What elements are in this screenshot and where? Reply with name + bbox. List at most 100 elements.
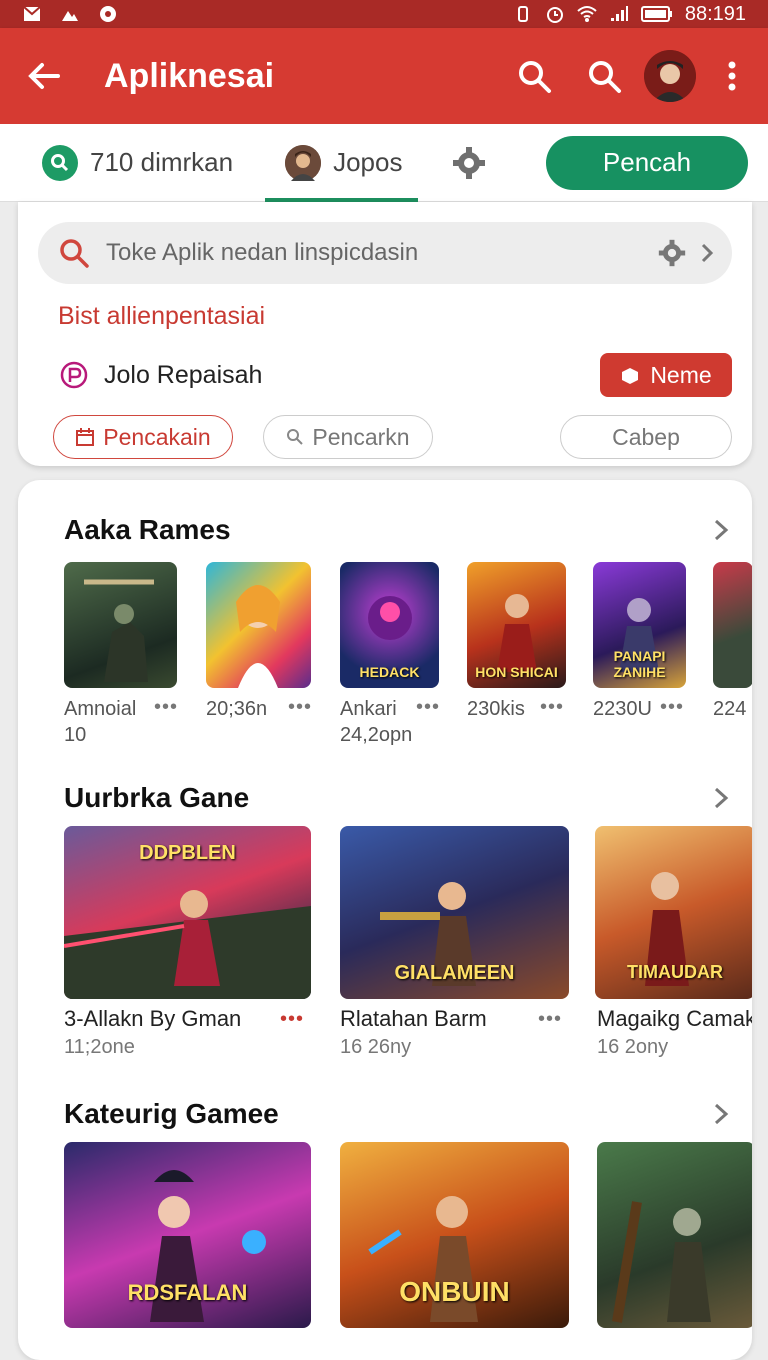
status-bar: 88:191 xyxy=(0,0,768,28)
search-input[interactable]: Toke Aplik nedan linspicdasin xyxy=(38,222,732,284)
gear-icon[interactable] xyxy=(452,146,486,180)
search-icon xyxy=(287,429,304,445)
thumb-caption: RDSFALAN xyxy=(127,1280,248,1305)
vibrate-icon xyxy=(517,6,528,22)
thumb-caption: HON SHICAI xyxy=(475,664,558,680)
app-title: Apliknesai xyxy=(104,56,275,95)
chip-label: Cabep xyxy=(612,423,680,450)
game-name: 224 xyxy=(713,698,747,720)
game-thumbnail[interactable] xyxy=(713,562,752,688)
back-arrow-icon[interactable] xyxy=(24,56,64,96)
primary-action-button[interactable]: Pencah xyxy=(546,135,748,190)
more-dots[interactable]: ••• xyxy=(540,696,564,719)
more-dots[interactable]: ••• xyxy=(280,1008,304,1031)
chip-cabep[interactable]: Cabep xyxy=(560,415,732,459)
game-sub: 10 xyxy=(64,724,87,746)
section-title: Kateurig Gamee xyxy=(64,1098,279,1129)
alarm-icon xyxy=(546,7,563,23)
chevron-right-icon[interactable] xyxy=(700,242,714,264)
chevron-right-icon[interactable] xyxy=(710,785,732,811)
tab-search[interactable]: 710 dimrkan xyxy=(42,124,233,202)
status-time: 88:191 xyxy=(684,2,746,25)
search-icon xyxy=(60,239,89,268)
sync-icon xyxy=(100,6,116,22)
battery-icon xyxy=(640,6,672,22)
repo-label: Jolo Repaisah xyxy=(104,360,263,389)
chip-pencarkn[interactable]: Pencarkn xyxy=(263,415,433,459)
tab-label: Jopos xyxy=(333,147,403,177)
new-button-label: Neme xyxy=(650,361,712,388)
user-avatar[interactable] xyxy=(644,50,696,102)
game-banner[interactable]: TIMAUDAR xyxy=(595,826,752,999)
chip-pencakain[interactable]: Pencakain xyxy=(53,415,233,459)
tab-bar: 710 dimrkan Jopos Pencah xyxy=(0,124,768,202)
new-button[interactable]: Neme xyxy=(600,353,732,397)
games-card: Aaka Rames HEDACK HON SHICAI PANAPI ZANI… xyxy=(18,480,752,1360)
search-placeholder: Toke Aplik nedan linspicdasin xyxy=(106,239,419,266)
more-dots[interactable]: ••• xyxy=(416,696,440,719)
thumb-caption: TIMAUDAR xyxy=(627,962,723,982)
game-name: Rlatahan Barm xyxy=(340,1006,487,1031)
chip-row: Pencakain Pencarkn Cabep xyxy=(38,415,732,459)
game-sub: 16 26ny xyxy=(340,1036,412,1058)
thumb-caption: PANAPI ZANIHE xyxy=(613,648,666,680)
search-card: Toke Aplik nedan linspicdasin Bist allie… xyxy=(18,202,752,466)
chevron-right-icon[interactable] xyxy=(710,1101,732,1127)
chip-label: Pencakain xyxy=(103,423,211,450)
game-thumbnail[interactable]: HON SHICAI xyxy=(467,562,566,688)
suggestions-heading: Bist allienpentasiai xyxy=(58,302,266,330)
search-icon xyxy=(42,144,78,181)
calendar-icon xyxy=(76,428,95,446)
game-thumbnail[interactable] xyxy=(64,562,177,688)
section-header[interactable]: Aaka Rames xyxy=(64,514,732,546)
thumb-caption: HEDACK xyxy=(359,664,420,680)
wifi-icon xyxy=(577,6,597,22)
game-thumbnail[interactable]: PANAPI ZANIHE xyxy=(593,562,686,688)
thumb-caption: DDPBLEN xyxy=(139,842,236,864)
game-sub: 24,2opn xyxy=(340,724,413,746)
game-banner[interactable] xyxy=(597,1142,752,1328)
game-name: 3-Allakn By Gman xyxy=(64,1006,242,1031)
game-name: 2230U xyxy=(593,698,652,720)
more-dots[interactable]: ••• xyxy=(288,696,312,719)
game-sub: 11;2one xyxy=(64,1036,135,1058)
more-options-button[interactable] xyxy=(720,56,744,96)
more-vert-icon xyxy=(728,61,736,91)
game-name: 20;36n xyxy=(206,698,268,720)
chip-label: Pencarkn xyxy=(312,423,410,450)
search-icon xyxy=(519,61,551,93)
search-button[interactable] xyxy=(514,56,554,96)
signal-icon xyxy=(610,6,628,21)
thumb-caption: GIALAMEEN xyxy=(394,962,515,984)
section-title: Aaka Rames xyxy=(64,514,231,545)
game-name: 230kis xyxy=(467,698,525,720)
search-icon xyxy=(589,61,621,93)
more-dots[interactable]: ••• xyxy=(154,696,178,719)
game-banner[interactable]: RDSFALAN xyxy=(64,1142,311,1328)
game-thumbnail[interactable] xyxy=(206,562,311,688)
game-banner[interactable]: GIALAMEEN xyxy=(340,826,569,999)
chevron-right-icon[interactable] xyxy=(710,517,732,543)
app-bar: Apliknesai xyxy=(0,28,768,124)
app-badge-icon xyxy=(60,361,88,389)
search-alt-button[interactable] xyxy=(584,56,624,96)
tab-profile[interactable]: Jopos xyxy=(265,124,419,202)
section-title: Uurbrka Gane xyxy=(64,782,250,813)
section-header[interactable]: Kateurig Gamee xyxy=(64,1098,732,1130)
more-dots[interactable]: ••• xyxy=(660,696,684,719)
game-thumbnail[interactable]: HEDACK xyxy=(340,562,439,688)
game-banner[interactable]: DDPBLEN xyxy=(64,826,311,999)
game-name: Ankari xyxy=(340,698,397,720)
game-sub: 16 2ony xyxy=(597,1036,669,1058)
more-dots[interactable]: ••• xyxy=(538,1008,562,1031)
tab-label: 710 dimrkan xyxy=(90,147,234,177)
game-banner[interactable]: ONBUIN xyxy=(340,1142,569,1328)
notification-icon xyxy=(23,6,41,21)
section-header[interactable]: Uurbrka Gane xyxy=(64,782,732,814)
profile-avatar xyxy=(285,144,322,181)
game-name: Amnoial xyxy=(64,698,137,720)
photo-icon xyxy=(62,11,78,21)
settings-icon[interactable] xyxy=(658,239,686,267)
game-name: Magaikg Camaka xyxy=(597,1006,752,1031)
repo-row: Jolo Repaisah Neme xyxy=(38,353,732,397)
